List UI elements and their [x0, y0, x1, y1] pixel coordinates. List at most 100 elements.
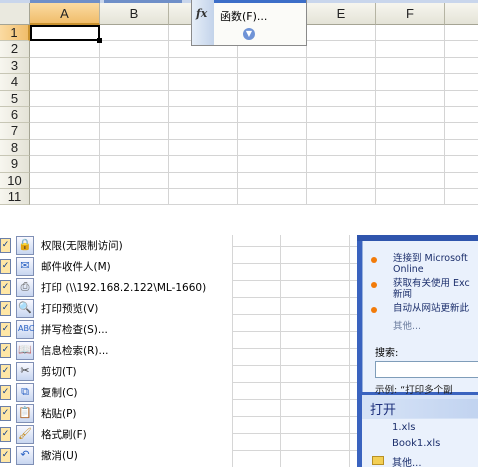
link-more[interactable]: 其他...: [393, 321, 421, 332]
cell[interactable]: [100, 41, 169, 58]
chevron-down-icon[interactable]: ▼: [243, 28, 255, 40]
cell[interactable]: [307, 74, 376, 91]
cell[interactable]: [376, 188, 445, 206]
menu-item-function[interactable]: 函数(F)...: [220, 8, 267, 24]
cell[interactable]: [30, 172, 100, 189]
cell[interactable]: [376, 156, 445, 173]
cell[interactable]: [169, 188, 238, 206]
active-cell[interactable]: [30, 25, 100, 42]
cell[interactable]: [376, 74, 445, 91]
list-item[interactable]: ✓ 🔒 权限(无限制访问): [0, 235, 232, 256]
checkbox[interactable]: ✓: [0, 364, 11, 379]
cell[interactable]: [307, 25, 376, 42]
row-header[interactable]: 11: [0, 188, 30, 206]
cell[interactable]: [100, 90, 169, 107]
cell[interactable]: [169, 123, 238, 140]
cell[interactable]: [445, 41, 478, 58]
cell[interactable]: [169, 106, 238, 124]
list-item[interactable]: ✓ 📋 粘贴(P): [0, 403, 232, 424]
row-header[interactable]: 9: [0, 156, 30, 173]
cell[interactable]: [307, 123, 376, 140]
checkbox[interactable]: ✓: [0, 427, 11, 442]
column-header-g[interactable]: [445, 3, 478, 25]
cell[interactable]: [100, 172, 169, 189]
list-item[interactable]: ✓ ✂ 剪切(T): [0, 361, 232, 382]
cell[interactable]: [30, 188, 100, 206]
link-latest-news[interactable]: 获取有关使用 Exc: [393, 278, 470, 289]
cell[interactable]: [445, 74, 478, 91]
cell[interactable]: [307, 156, 376, 173]
cell[interactable]: [376, 139, 445, 157]
open-more-link[interactable]: 其他...: [392, 454, 422, 467]
cell[interactable]: [376, 41, 445, 58]
cell[interactable]: [30, 57, 100, 75]
list-item[interactable]: ✓ ⎙ 打印 (\\192.168.2.122\ML-1660): [0, 277, 232, 298]
row-header[interactable]: 5: [0, 90, 30, 107]
cell[interactable]: [30, 139, 100, 157]
cell[interactable]: [445, 156, 478, 173]
cell[interactable]: [100, 57, 169, 75]
cell[interactable]: [169, 57, 238, 75]
column-header-a[interactable]: A: [30, 3, 100, 25]
fill-handle[interactable]: [97, 38, 102, 43]
cell[interactable]: [100, 74, 169, 91]
cell[interactable]: [445, 25, 478, 42]
list-item[interactable]: ✓ 🔍 打印预览(V): [0, 298, 232, 319]
column-header-e[interactable]: E: [307, 3, 376, 25]
cell[interactable]: [307, 90, 376, 107]
cell[interactable]: [307, 57, 376, 75]
cell[interactable]: [238, 57, 307, 75]
cell[interactable]: [30, 90, 100, 107]
checkbox[interactable]: ✓: [0, 406, 11, 421]
cell[interactable]: [100, 106, 169, 124]
checkbox[interactable]: ✓: [0, 259, 11, 274]
cell[interactable]: [100, 156, 169, 173]
cell[interactable]: [307, 172, 376, 189]
list-item[interactable]: ✓ 📖 信息检索(R)...: [0, 340, 232, 361]
link-latest-news-cont[interactable]: 新闻: [393, 289, 412, 300]
cell[interactable]: [445, 189, 478, 206]
checkbox[interactable]: ✓: [0, 343, 11, 358]
cell[interactable]: [238, 123, 307, 140]
checkbox[interactable]: ✓: [0, 238, 11, 253]
cell[interactable]: [100, 139, 169, 157]
cell[interactable]: [238, 74, 307, 91]
cell[interactable]: [30, 123, 100, 140]
list-item[interactable]: ✓ ✉ 邮件收件人(M): [0, 256, 232, 277]
recent-file-link[interactable]: 1.xls: [392, 422, 415, 433]
cell[interactable]: [376, 25, 445, 42]
cell[interactable]: [445, 173, 478, 189]
cell[interactable]: [445, 58, 478, 75]
cell[interactable]: [238, 188, 307, 206]
cell[interactable]: [238, 139, 307, 157]
cell[interactable]: [169, 156, 238, 173]
cell[interactable]: [376, 90, 445, 107]
cell[interactable]: [307, 106, 376, 124]
checkbox[interactable]: ✓: [0, 448, 11, 463]
checkbox[interactable]: ✓: [0, 385, 11, 400]
row-header[interactable]: 3: [0, 57, 30, 75]
row-header[interactable]: 8: [0, 139, 30, 157]
cell[interactable]: [169, 139, 238, 157]
row-header[interactable]: 1: [0, 25, 30, 42]
cell[interactable]: [238, 106, 307, 124]
cell[interactable]: [307, 41, 376, 58]
cell[interactable]: [30, 106, 100, 124]
cell[interactable]: [238, 90, 307, 107]
cell[interactable]: [376, 123, 445, 140]
row-header[interactable]: 7: [0, 123, 30, 140]
search-input[interactable]: [375, 361, 478, 378]
list-item[interactable]: ✓ 🖌 格式刷(F): [0, 424, 232, 445]
checkbox[interactable]: ✓: [0, 322, 11, 337]
link-auto-update[interactable]: 自动从网站更新此: [393, 303, 469, 314]
cell[interactable]: [445, 123, 478, 140]
cell[interactable]: [445, 107, 478, 124]
list-item[interactable]: ✓ ⧉ 复制(C): [0, 382, 232, 403]
recent-file-link[interactable]: Book1.xls: [392, 438, 440, 449]
cell[interactable]: [100, 123, 169, 140]
column-header-f[interactable]: F: [376, 3, 445, 25]
cell[interactable]: [445, 91, 478, 107]
list-item[interactable]: ✓ ↶ 撤消(U): [0, 445, 232, 466]
cell[interactable]: [169, 172, 238, 189]
cell[interactable]: [100, 188, 169, 206]
